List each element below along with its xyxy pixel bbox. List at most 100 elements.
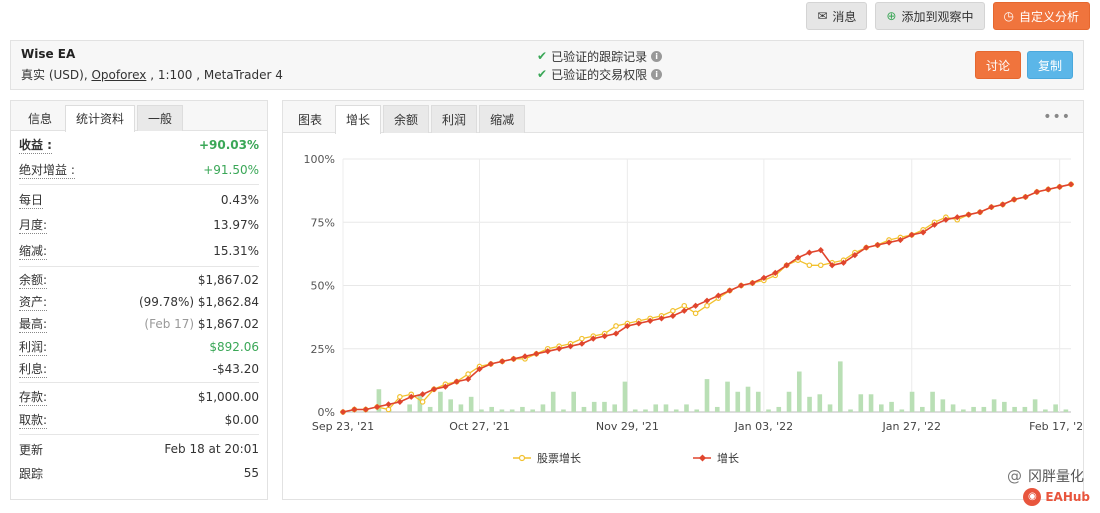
- stats-list: 收益 : +90.03% 绝对增益 : +91.50% 每日 0.43% 月度:…: [11, 131, 267, 487]
- withdrawals-label: 取款:: [19, 413, 48, 430]
- y-tick-label: 0%: [318, 406, 335, 419]
- bar: [745, 386, 751, 412]
- messages-label: 消息: [832, 9, 857, 24]
- tab-info[interactable]: 信息: [17, 105, 63, 131]
- tab-drawdown[interactable]: 缩减: [479, 105, 526, 133]
- x-tick-label: Jan 03, '22: [734, 420, 793, 433]
- growth-point: [1067, 181, 1075, 188]
- bar: [479, 409, 484, 412]
- watermark: @ 冈胖量化: [1007, 466, 1084, 486]
- bar: [961, 409, 966, 412]
- copy-button[interactable]: 复制: [1026, 51, 1073, 79]
- equity-point: [465, 371, 471, 377]
- messages-button[interactable]: ✉ 消息: [806, 2, 868, 30]
- add-to-watchlist-button[interactable]: ⊕ 添加到观察中: [875, 2, 985, 30]
- system-header: Wise EA 真实 (USD), Opoforex , 1:100 , Met…: [10, 40, 1084, 90]
- tab-balance[interactable]: 余额: [383, 105, 430, 133]
- growth-point: [578, 340, 585, 347]
- growth-point: [976, 209, 984, 216]
- bar: [1012, 406, 1017, 412]
- bar: [971, 406, 976, 412]
- tab-growth[interactable]: 增长: [335, 105, 382, 134]
- bar: [776, 406, 782, 412]
- equity-value: $1,862.84: [197, 295, 259, 310]
- equity-point: [397, 394, 403, 400]
- equity-point: [579, 335, 585, 342]
- bar: [468, 396, 474, 412]
- bar: [622, 381, 628, 412]
- profit-value: $892.06: [209, 339, 259, 354]
- info-icon[interactable]: i: [651, 68, 663, 80]
- account-type: 真实 (USD),: [21, 68, 92, 82]
- bar: [704, 379, 710, 412]
- bar: [458, 404, 464, 412]
- tracking-row: 跟踪 55: [19, 465, 259, 482]
- bar: [755, 391, 761, 412]
- bar: [520, 406, 525, 412]
- bar: [602, 401, 607, 412]
- bar: [653, 404, 659, 412]
- abs-gain-label: 绝对增益 :: [19, 162, 75, 179]
- plus-circle-icon: ⊕: [886, 9, 897, 23]
- tab-profit[interactable]: 利润: [431, 105, 478, 133]
- bar: [673, 409, 679, 412]
- tab-charts[interactable]: 图表: [287, 105, 333, 133]
- x-tick-label: Oct 27, '21: [449, 420, 510, 433]
- bar: [663, 404, 669, 412]
- bar: [550, 391, 556, 412]
- broker-link[interactable]: Opoforex: [91, 68, 146, 82]
- bar: [930, 391, 935, 412]
- growth-point: [692, 302, 699, 309]
- bar: [909, 391, 915, 412]
- bar: [407, 404, 412, 412]
- equity-row: 资产: (99.78%) $1,862.84: [19, 293, 259, 312]
- bar: [981, 406, 987, 412]
- gain-group: 收益 : +90.03% 绝对增益 : +91.50%: [19, 131, 259, 185]
- drawdown-row: 缩减: 15.31%: [19, 242, 259, 261]
- bar: [714, 406, 720, 412]
- envelope-icon: ✉: [817, 9, 828, 23]
- growth-point: [533, 350, 540, 357]
- watermark-logo: ◉ EAHub: [1023, 488, 1090, 506]
- add-to-watchlist-label: 添加到观察中: [901, 9, 974, 24]
- balance-row: 余额: $1,867.02: [19, 271, 259, 290]
- discuss-button[interactable]: 讨论: [974, 51, 1021, 79]
- growth-point: [988, 203, 995, 211]
- bar: [837, 361, 843, 412]
- growth-point: [499, 358, 506, 365]
- daily-value: 0.43%: [220, 192, 259, 207]
- header-buttons: 讨论 复制: [974, 51, 1073, 79]
- info-icon[interactable]: i: [651, 50, 663, 62]
- bar: [766, 409, 771, 412]
- bar: [530, 409, 535, 412]
- abs-gain-row: 绝对增益 : +91.50%: [19, 161, 259, 179]
- stats-panel: 信息 统计资料 一般 收益 : +90.03% 绝对增益 : +91.50% 每…: [10, 100, 268, 500]
- custom-analysis-button[interactable]: ◷ 自定义分析: [992, 2, 1090, 30]
- bar: [899, 409, 905, 412]
- withdrawals-value: $0.00: [224, 413, 259, 428]
- bar: [950, 404, 956, 412]
- y-tick-label: 75%: [311, 216, 335, 229]
- growth-point: [1011, 196, 1018, 203]
- more-options-icon[interactable]: •••: [1043, 109, 1071, 125]
- tab-general[interactable]: 一般: [137, 105, 184, 131]
- tab-statistics[interactable]: 统计资料: [65, 105, 136, 132]
- bar: [827, 404, 833, 412]
- bar: [1063, 409, 1069, 412]
- check-icon: ✔: [537, 67, 548, 81]
- bar: [817, 394, 823, 412]
- bar: [786, 391, 792, 412]
- monthly-value: 13.97%: [213, 218, 259, 233]
- bar: [920, 406, 925, 412]
- highest-value-group: (Feb 17) $1,867.02: [144, 317, 259, 331]
- x-tick-label: Sep 23, '21: [312, 420, 374, 433]
- bar: [1043, 409, 1048, 412]
- growth-point: [908, 231, 915, 239]
- bar: [807, 396, 812, 412]
- equity-point: [670, 308, 676, 314]
- bar: [591, 401, 597, 412]
- drawdown-label: 缩减:: [19, 244, 48, 261]
- equity-point: [692, 310, 699, 317]
- bar: [940, 399, 946, 412]
- deposits-group: 存款: $1,000.00 取款: $0.00: [19, 383, 259, 435]
